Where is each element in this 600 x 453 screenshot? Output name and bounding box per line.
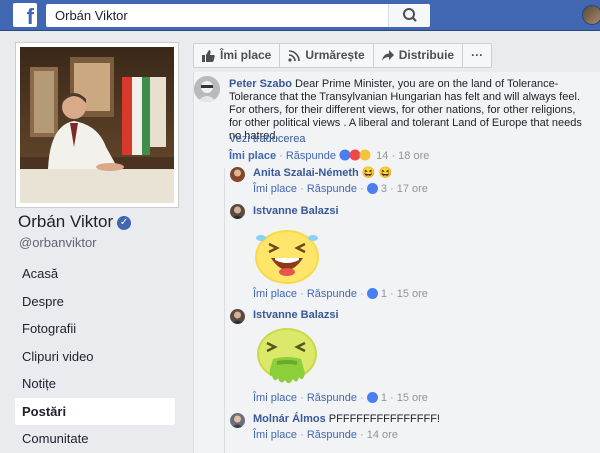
verified-badge-icon: ✓: [117, 216, 132, 230]
page-title: Orbán Viktor ✓: [18, 212, 132, 232]
comment-author[interactable]: Molnár Álmos: [253, 413, 326, 425]
avatar[interactable]: [230, 309, 245, 324]
see-translation-link[interactable]: Vezi traducerea: [229, 133, 305, 146]
rss-icon: [288, 49, 301, 62]
profile-photo-image: [20, 47, 174, 203]
like-reaction-icon[interactable]: [366, 288, 378, 299]
page-navigation: Acasă Despre Fotografii Clipuri video No…: [15, 260, 175, 453]
comment-reply-link[interactable]: Răspunde: [307, 392, 357, 404]
commenter-avatar-image: [194, 76, 220, 102]
commenter-avatar-image: [230, 413, 245, 428]
nav-item-home[interactable]: Acasă: [15, 260, 175, 288]
more-options-button[interactable]: ···: [463, 44, 491, 67]
avatar[interactable]: [230, 413, 245, 428]
share-button[interactable]: Distribuie: [374, 44, 464, 67]
profile-picture[interactable]: [15, 42, 179, 208]
thumbs-up-icon: [202, 49, 215, 62]
like-page-button[interactable]: Îmi place: [194, 44, 281, 67]
comment-author[interactable]: Istvanne Balazsi: [253, 205, 339, 217]
page-name-text: Orbán Viktor: [18, 212, 114, 231]
like-reaction-icon[interactable]: [366, 392, 378, 403]
comment-reply-link[interactable]: Răspunde: [307, 183, 357, 195]
comment-meta: Îmi place · Răspunde · 3 · 17 ore: [253, 183, 428, 195]
top-navigation-bar: f Orbán Viktor: [0, 0, 600, 31]
commenter-avatar-image: [230, 309, 245, 324]
comment-like-link[interactable]: Îmi place: [253, 288, 297, 300]
search-icon: [403, 8, 417, 22]
facebook-logo[interactable]: f: [13, 3, 37, 27]
commenter-avatar-image: [230, 204, 245, 219]
reply-thread-line: [224, 168, 225, 453]
avatar[interactable]: [230, 204, 245, 219]
comment-time[interactable]: 17 ore: [397, 183, 428, 195]
comment-meta: Îmi place · Răspunde · 1 · 15 ore: [253, 392, 428, 404]
page-action-bar: Îmi place Urmărește Distribuie ···: [193, 43, 493, 68]
share-arrow-icon: [381, 50, 394, 61]
nav-item-posts[interactable]: Postări: [15, 397, 175, 425]
laughing-sticker[interactable]: [253, 224, 323, 286]
comment-author[interactable]: Peter Szabo: [229, 78, 292, 90]
comment-like-link[interactable]: Îmi place: [253, 392, 297, 404]
comment-meta: Îmi place · Răspunde · 14 ore: [253, 429, 398, 441]
reactions-icon[interactable]: [339, 149, 373, 161]
comment-author[interactable]: Anita Szalai-Németh: [253, 167, 359, 179]
avatar[interactable]: [230, 167, 245, 182]
avatar[interactable]: [194, 76, 220, 102]
reaction-count[interactable]: 1: [381, 288, 387, 300]
comment-meta: Îmi place · Răspunde 14 · 18 ore: [229, 149, 430, 162]
vomiting-face-icon: [257, 328, 317, 384]
comment-time[interactable]: 15 ore: [397, 392, 428, 404]
comment: Anita Szalai-Németh 😆 😆: [253, 167, 392, 180]
comment-time[interactable]: 18 ore: [398, 150, 429, 162]
sick-sticker[interactable]: [253, 325, 323, 387]
comment-time[interactable]: 15 ore: [397, 288, 428, 300]
more-options-icon: ···: [471, 48, 484, 62]
reaction-count[interactable]: 3: [381, 183, 387, 195]
comment-text: PFFFFFFFFFFFFFFF!: [328, 413, 440, 425]
search-query[interactable]: Orbán Viktor: [55, 8, 128, 23]
comment-reply-link[interactable]: Răspunde: [307, 429, 357, 441]
follow-button[interactable]: Urmărește: [280, 44, 374, 67]
nav-item-photos[interactable]: Fotografii: [15, 315, 175, 343]
comment-meta: Îmi place · Răspunde · 1 · 15 ore: [253, 288, 428, 300]
share-label: Distribuie: [398, 48, 455, 62]
nav-item-notes[interactable]: Notițe: [15, 370, 175, 398]
comment: Istvanne Balazsi: [253, 309, 339, 322]
comment-time[interactable]: 14 ore: [367, 429, 398, 441]
comment-author[interactable]: Istvanne Balazsi: [253, 309, 339, 321]
page-handle[interactable]: @orbanviktor: [19, 235, 97, 250]
laughing-face-icon: [255, 230, 319, 284]
comment: Istvanne Balazsi: [253, 205, 339, 218]
comment-like-link[interactable]: Îmi place: [253, 429, 297, 441]
nav-item-community[interactable]: Comunitate: [15, 425, 175, 453]
reaction-count[interactable]: 1: [381, 392, 387, 404]
like-page-label: Îmi place: [220, 48, 272, 62]
comment-reply-link[interactable]: Răspunde: [286, 150, 336, 162]
user-avatar[interactable]: [582, 5, 600, 25]
commenter-avatar-image: [230, 167, 245, 182]
search-input[interactable]: Orbán Viktor: [46, 4, 430, 27]
nav-item-videos[interactable]: Clipuri video: [15, 343, 175, 371]
comment-reply-link[interactable]: Răspunde: [307, 288, 357, 300]
nav-item-about[interactable]: Despre: [15, 288, 175, 316]
like-reaction-icon[interactable]: [366, 183, 378, 194]
comment-like-link[interactable]: Îmi place: [253, 183, 297, 195]
search-button[interactable]: [388, 4, 430, 27]
comment-like-link[interactable]: Îmi place: [229, 150, 276, 162]
reaction-count[interactable]: 14: [376, 150, 388, 162]
comment: Molnár Álmos PFFFFFFFFFFFFFFF!: [253, 413, 440, 426]
left-sidebar: Orbán Viktor ✓ @orbanviktor Acasă Despre …: [0, 32, 185, 453]
follow-label: Urmărește: [305, 48, 365, 62]
comment-emoji-text: 😆 😆: [361, 167, 393, 179]
